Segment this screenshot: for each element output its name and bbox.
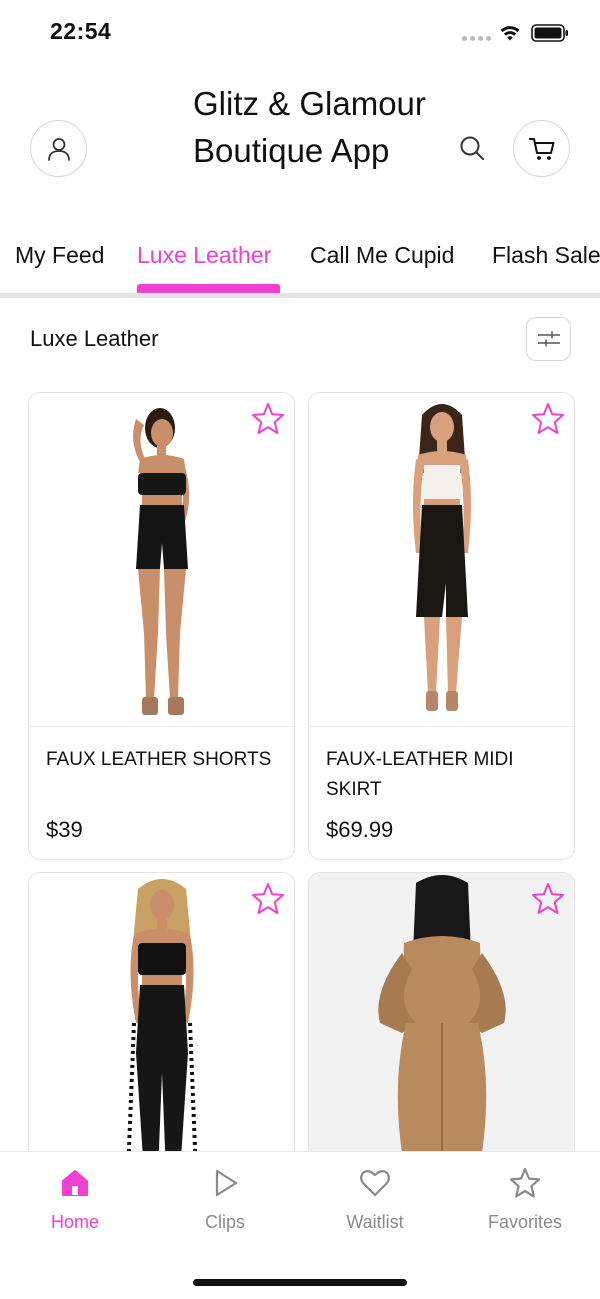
play-icon <box>215 1169 238 1197</box>
category-tabs: My Feed Luxe Leather Call Me Cupid Flash… <box>0 236 600 296</box>
status-time: 22:54 <box>50 18 112 44</box>
product-price: $69.99 <box>326 817 394 842</box>
sliders-icon <box>537 331 560 347</box>
nav-clips[interactable]: Clips <box>165 1166 285 1233</box>
product-image[interactable] <box>309 393 574 726</box>
home-indicator <box>193 1279 407 1286</box>
nav-label: Home <box>50 1212 99 1232</box>
favorite-star-icon[interactable] <box>250 401 286 437</box>
home-icon <box>62 1170 88 1196</box>
status-bar: 22:54 <box>0 0 600 64</box>
favorite-star-icon[interactable] <box>530 401 566 437</box>
bottom-nav: Home Clips Waitlist Favorites <box>0 1151 600 1299</box>
heart-icon <box>360 1170 390 1197</box>
favorite-star-icon[interactable] <box>250 881 286 917</box>
nav-label: Favorites <box>487 1212 563 1232</box>
section-title: Luxe Leather <box>30 326 159 351</box>
nav-home[interactable]: Home <box>15 1166 135 1233</box>
nav-label: Clips <box>204 1212 245 1232</box>
favorite-star-icon[interactable] <box>530 881 566 917</box>
product-card[interactable] <box>308 872 575 1172</box>
nav-favorites[interactable]: Favorites <box>465 1166 585 1233</box>
star-icon <box>509 1167 541 1198</box>
search-button[interactable] <box>456 132 488 164</box>
tabs-divider <box>0 293 600 298</box>
product-card[interactable]: FAUX LEATHER SHORTS $39 <box>28 392 295 860</box>
product-image[interactable] <box>29 873 294 1171</box>
product-image[interactable] <box>29 393 294 726</box>
product-card[interactable] <box>28 872 295 1172</box>
wifi-icon <box>500 26 520 41</box>
product-image[interactable] <box>309 873 574 1171</box>
cart-button[interactable] <box>513 120 570 177</box>
battery-icon <box>531 24 568 42</box>
cart-icon <box>528 137 554 160</box>
product-name: FAUX-LEATHER MIDI SKIRT <box>326 749 514 800</box>
tab-luxe-leather[interactable]: Luxe Leather <box>137 242 271 269</box>
signal-dots-icon <box>462 36 491 41</box>
user-icon <box>47 137 70 161</box>
product-name: FAUX LEATHER SHORTS <box>46 749 272 770</box>
product-price: $39 <box>46 817 83 842</box>
tab-my-feed[interactable]: My Feed <box>15 242 104 269</box>
tab-call-me-cupid[interactable]: Call Me Cupid <box>310 242 454 269</box>
product-card[interactable]: FAUX-LEATHER MIDI SKIRT $69.99 <box>308 392 575 860</box>
app-title: Glitz & Glamour Boutique App <box>193 85 426 169</box>
tab-flash-sale[interactable]: Flash Sale <box>492 242 600 269</box>
nav-waitlist[interactable]: Waitlist <box>315 1166 435 1233</box>
divider <box>29 726 294 727</box>
profile-button[interactable] <box>30 120 87 177</box>
search-icon <box>460 136 484 160</box>
filter-button[interactable] <box>526 317 571 361</box>
active-tab-indicator <box>137 284 280 293</box>
divider <box>309 726 574 727</box>
nav-label: Waitlist <box>346 1212 404 1232</box>
